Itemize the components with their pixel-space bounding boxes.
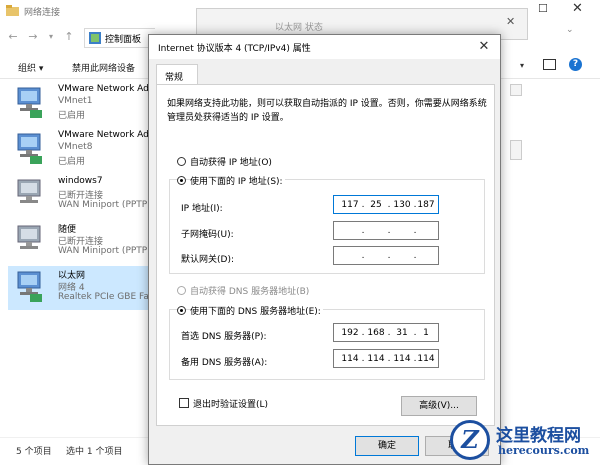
- dns-octet: 114: [367, 354, 385, 364]
- preferred-dns-field[interactable]: 192 . 168 . 31 . 1: [333, 323, 439, 342]
- selected-count: 选中 1 个项目: [66, 447, 123, 457]
- auto-ip-label: 自动获得 IP 地址(O): [190, 158, 272, 168]
- forward-arrow-icon[interactable]: →: [26, 30, 40, 44]
- back-arrow-icon[interactable]: ←: [6, 30, 20, 44]
- dns-octet: 114: [341, 354, 359, 364]
- dns-octet: 31: [396, 328, 408, 338]
- manual-dns-radio[interactable]: [177, 306, 186, 315]
- disconnected-adapter-icon: [17, 179, 41, 203]
- address-text: 控制面板: [105, 35, 142, 45]
- description-text: 如果网络支持此功能，则可以获取自动指派的 IP 设置。否则，你需要从网络系统管理…: [167, 99, 487, 123]
- tab-general-label: 常规: [165, 73, 184, 83]
- ip-octet: 130: [393, 200, 411, 210]
- ipv4-properties-dialog: Internet 协议版本 4 (TCP/IPv4) 属性 ✕ 常规 如果网络支…: [148, 34, 501, 465]
- alternate-dns-field[interactable]: 114 . 114 . 114 . 114: [333, 349, 439, 368]
- default-gateway-field[interactable]: ...: [333, 246, 439, 265]
- connection-status: 已启用: [58, 111, 86, 121]
- site-watermark: Z 这里教程网 herecours.com: [446, 418, 600, 463]
- dns-octet: 114: [393, 354, 411, 364]
- control-panel-icon: [89, 32, 101, 44]
- ip-address-field[interactable]: 117 . 25 . 130 . 187: [333, 195, 439, 214]
- help-icon[interactable]: ?: [569, 58, 582, 71]
- watermark-en-text: herecours.com: [498, 444, 590, 457]
- expand-ribbon-icon[interactable]: ⌄: [566, 25, 574, 35]
- connection-sub: VMnet8: [58, 142, 93, 152]
- connection-status: WAN Miniport (PPTP: [58, 246, 148, 256]
- ethernet-status-title: 以太网 状态: [275, 23, 323, 33]
- auto-dns-radio[interactable]: [177, 286, 186, 295]
- explorer-title: 网络连接: [24, 8, 61, 18]
- connection-name: VMware Network Ad: [58, 84, 149, 94]
- default-gateway-label: 默认网关(D):: [181, 255, 234, 265]
- disable-device-button[interactable]: 禁用此网络设备: [72, 61, 135, 74]
- auto-dns-label: 自动获得 DNS 服务器地址(B): [190, 287, 310, 297]
- ip-octet: 117: [341, 200, 359, 210]
- manual-ip-label: 使用下面的 IP 地址(S):: [190, 174, 285, 187]
- item-count: 5 个项目: [16, 447, 52, 457]
- background-scroll-strip: [510, 140, 522, 160]
- ip-octet: 25: [370, 200, 382, 210]
- dns-octet: 192: [341, 328, 359, 338]
- ethernet-adapter-icon: [17, 271, 42, 302]
- connection-name: windows7: [58, 176, 103, 186]
- dns-octet: 168: [367, 328, 385, 338]
- address-box[interactable]: 控制面板: [84, 28, 155, 48]
- subnet-mask-field[interactable]: ...: [333, 221, 439, 240]
- dns-octet: 1: [423, 328, 429, 338]
- organize-button[interactable]: 组织 ▾: [18, 61, 43, 74]
- network-adapter-icon: [17, 133, 42, 164]
- dialog-close-icon[interactable]: ✕: [473, 38, 495, 56]
- advanced-button[interactable]: 高级(V)...: [401, 396, 477, 416]
- manual-ip-radio[interactable]: [177, 176, 186, 185]
- subnet-mask-label: 子网掩码(U):: [181, 230, 234, 240]
- disconnected-adapter-icon: [17, 225, 41, 249]
- list-item[interactable]: windows7 已断开连接 WAN Miniport (PPTP: [8, 174, 158, 218]
- view-options-icon[interactable]: ▾: [520, 61, 524, 70]
- connection-status: WAN Miniport (PPTP: [58, 200, 148, 210]
- auto-ip-radio[interactable]: [177, 157, 186, 166]
- network-folder-icon: [6, 5, 19, 16]
- preferred-dns-label: 首选 DNS 服务器(P):: [181, 332, 267, 342]
- ok-button[interactable]: 确定: [355, 436, 419, 456]
- watermark-logo-letter: Z: [461, 425, 479, 454]
- maximize-icon[interactable]: ☐: [538, 2, 548, 15]
- validate-checkbox[interactable]: [179, 398, 189, 408]
- validate-label: 退出时验证设置(L): [193, 400, 269, 410]
- list-item[interactable]: 以太网 网络 4 Realtek PCIe GBE Far: [8, 266, 158, 310]
- up-arrow-icon[interactable]: ↑: [62, 30, 76, 44]
- connection-status: Realtek PCIe GBE Far: [58, 292, 153, 302]
- ip-address-label: IP 地址(I):: [181, 204, 223, 214]
- connection-list: VMware Network Ad VMnet1 已启用 VMware Netw…: [8, 82, 158, 427]
- connection-sub: VMnet1: [58, 96, 93, 106]
- recent-chevron-icon[interactable]: ▾: [44, 30, 58, 44]
- window-close-icon[interactable]: ✕: [572, 1, 583, 16]
- network-adapter-icon: [17, 87, 42, 118]
- alternate-dns-label: 备用 DNS 服务器(A):: [181, 358, 268, 368]
- list-item[interactable]: VMware Network Ad VMnet1 已启用: [8, 82, 158, 126]
- dns-group: [169, 309, 485, 380]
- dns-octet: 114: [417, 354, 435, 364]
- ip-octet: 187: [417, 200, 435, 210]
- general-panel: 如果网络支持此功能，则可以获取自动指派的 IP 设置。否则，你需要从网络系统管理…: [156, 84, 495, 426]
- watermark-cn-text: 这里教程网: [496, 426, 581, 446]
- manual-dns-label: 使用下面的 DNS 服务器地址(E):: [190, 304, 323, 317]
- background-scroll-strip: [510, 84, 522, 96]
- preview-pane-icon[interactable]: [543, 59, 556, 70]
- connection-status: 已启用: [58, 157, 86, 167]
- connection-name: VMware Network Ad: [58, 130, 149, 140]
- list-item[interactable]: VMware Network Ad VMnet8 已启用: [8, 128, 158, 172]
- tab-general[interactable]: 常规: [156, 64, 198, 85]
- dialog-title: Internet 协议版本 4 (TCP/IPv4) 属性: [158, 44, 311, 54]
- list-item[interactable]: 随便 已断开连接 WAN Miniport (PPTP: [8, 220, 158, 264]
- status-window-close-icon[interactable]: ✕: [506, 15, 515, 28]
- dialog-titlebar: Internet 协议版本 4 (TCP/IPv4) 属性 ✕: [149, 35, 500, 59]
